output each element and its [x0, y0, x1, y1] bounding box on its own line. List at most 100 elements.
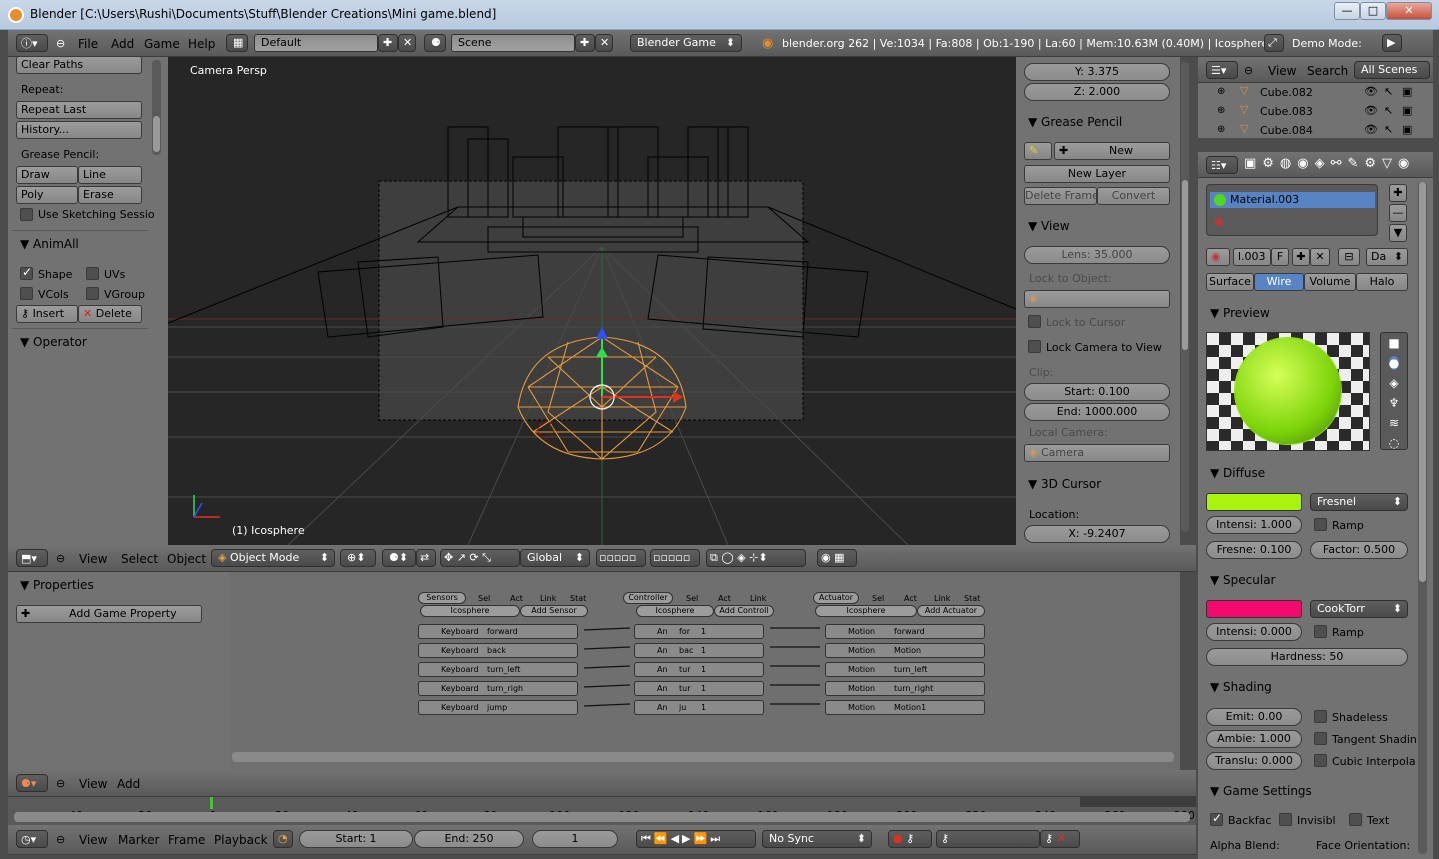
select-menu[interactable]: Select [121, 552, 158, 566]
specular-ramp-checkbox[interactable] [1314, 625, 1327, 638]
tangent-shading-checkbox[interactable] [1314, 732, 1327, 745]
line-button[interactable]: Line [78, 166, 142, 184]
controller-act-toggle[interactable]: Act [718, 594, 731, 603]
data-link-dropdown[interactable]: Da ⬍ [1366, 248, 1408, 266]
visibility-eye-icon[interactable]: 👁 [1364, 123, 1378, 136]
mode-dropdown[interactable]: ◈ Object Mode ⬍ [211, 549, 335, 567]
actuator-brick[interactable]: Motion turn_right [825, 681, 985, 696]
slot-menu-button[interactable]: ▼ [1389, 224, 1407, 242]
insert-delete-keyframe-buttons[interactable]: ⚷ ✕ [1040, 830, 1080, 848]
controller-link-toggle[interactable]: Link [750, 594, 766, 603]
specular-color-swatch[interactable] [1206, 600, 1302, 618]
sync-dropdown[interactable]: No Sync ⬍ [762, 830, 872, 848]
history-button[interactable]: History... [16, 121, 142, 139]
shadeless-checkbox[interactable] [1314, 710, 1327, 723]
collapse-icon[interactable]: ⊖ [56, 37, 65, 50]
new-material-button[interactable]: ✚ [1292, 248, 1310, 266]
node-material-button[interactable]: ⊟ [1338, 248, 1360, 266]
screen-layout-icon[interactable]: ▦ [226, 34, 248, 52]
local-camera-field[interactable]: ◈ Camera [1024, 444, 1170, 462]
sensor-act-toggle[interactable]: Act [510, 594, 523, 603]
add-scene-button[interactable]: ✚ [575, 34, 595, 52]
ambient-field[interactable]: Ambie: 1.000 [1206, 730, 1302, 748]
editor-type-info-button[interactable]: ⓘ▾ [16, 34, 48, 52]
outliner-row[interactable]: ⊕ ▽ Cube.083 👁 ↖ ▣ [1212, 102, 1420, 120]
tab-wire[interactable]: Wire [1254, 273, 1304, 291]
current-frame-field[interactable]: 1 [532, 830, 618, 848]
preview-panel-header[interactable]: ▼ Preview [1210, 306, 1270, 320]
add-actuator-button[interactable]: Add Actuator [917, 605, 985, 617]
lock-object-field[interactable]: ◈ [1024, 290, 1170, 308]
3d-cursor-panel-header[interactable]: ▼ 3D Cursor [1028, 477, 1101, 491]
layer-buttons-2[interactable]: ▫▫▫▫▫ [650, 549, 700, 567]
actuator-brick[interactable]: Motion forward [825, 624, 985, 639]
actuator-brick[interactable]: Motion Motion1 [825, 700, 985, 715]
add-slot-button[interactable]: ✚ [1389, 184, 1407, 202]
sensor-link-toggle[interactable]: Link [540, 594, 556, 603]
vcols-checkbox[interactable] [20, 287, 33, 300]
location-z-field[interactable]: Z: 2.000 [1024, 83, 1170, 101]
outliner-row[interactable]: ⊕ ▽ Cube.082 👁 ↖ ▣ [1212, 83, 1420, 101]
select-cursor-icon[interactable]: ↖ [1384, 85, 1393, 98]
clip-end-field[interactable]: End: 1000.000 [1024, 403, 1170, 421]
grease-pencil-panel-header[interactable]: ▼ Grease Pencil [1028, 115, 1122, 129]
minimize-button[interactable]: — [1334, 2, 1360, 20]
shape-checkbox[interactable] [20, 265, 33, 280]
start-frame-field[interactable]: Start: 1 [299, 830, 413, 848]
sensor-brick[interactable]: Keyboard forward [418, 624, 578, 639]
material-slot-item[interactable]: Material.003 [1210, 192, 1375, 208]
invisible-checkbox[interactable] [1279, 813, 1292, 826]
render-engine-dropdown[interactable]: Blender Game ⬍ [630, 34, 742, 52]
factor-field[interactable]: Factor: 0.500 [1310, 541, 1408, 559]
specular-shader-dropdown[interactable]: CookTorr ⬍ [1310, 600, 1408, 618]
location-y-field[interactable]: Y: 3.375 [1024, 63, 1170, 81]
timeline-view-menu[interactable]: View [79, 833, 107, 847]
tab-volume[interactable]: Volume [1304, 273, 1356, 291]
sensor-brick[interactable]: Keyboard jump [418, 700, 578, 715]
cursor-x-field[interactable]: X: -9.2407 [1024, 525, 1170, 543]
remove-slot-button[interactable]: — [1389, 204, 1407, 222]
vgroup-checkbox[interactable] [86, 287, 99, 300]
editor-type-properties-button[interactable]: ☷▾ [1206, 156, 1238, 174]
actuator-brick[interactable]: Motion turn_left [825, 662, 985, 677]
scene-icon[interactable]: ⚈ [424, 34, 446, 52]
new-grease-button[interactable]: ✚ New [1054, 142, 1170, 160]
diffuse-panel-header[interactable]: ▼ Diffuse [1210, 466, 1265, 480]
timeline-scrollbar[interactable] [14, 812, 1190, 822]
editor-type-outliner-button[interactable]: ☰▾ [1206, 61, 1238, 79]
specular-panel-header[interactable]: ▼ Specular [1210, 573, 1276, 587]
delete-scene-button[interactable]: ✕ [595, 34, 613, 52]
sensor-brick[interactable]: Keyboard turn_left [418, 662, 578, 677]
controller-sel-toggle[interactable]: Sel [686, 594, 698, 603]
orientation-dropdown[interactable]: Global ⬍ [520, 549, 590, 567]
sensors-dropdown[interactable]: Sensors [418, 592, 466, 604]
layer-buttons-1[interactable]: ▫▫▫▫▫ [596, 549, 646, 567]
select-cursor-icon[interactable]: ↖ [1384, 104, 1393, 117]
toolshelf-scrollbar[interactable] [152, 60, 161, 155]
poly-button[interactable]: Poly [16, 186, 78, 204]
snap-tools[interactable]: ⧉ ◯ ◈ ⊹⬍ [706, 549, 806, 567]
diffuse-color-swatch[interactable] [1206, 493, 1302, 511]
play-icon[interactable]: ▶ [1382, 34, 1402, 52]
cubic-interpolation-checkbox[interactable] [1314, 754, 1327, 767]
translucency-field[interactable]: Translu: 0.000 [1206, 752, 1302, 770]
sensor-brick[interactable]: Keyboard turn_righ [418, 681, 578, 696]
editor-type-timeline-button[interactable]: ◷▾ [16, 830, 48, 848]
collapse-icon[interactable]: ⊖ [1244, 64, 1253, 77]
actuator-brick[interactable]: Motion Motion [825, 643, 985, 658]
use-sketching-checkbox[interactable] [20, 208, 33, 221]
n-panel-scrollbar[interactable] [1181, 62, 1189, 532]
fresnel-field[interactable]: Fresne: 0.100 [1206, 541, 1302, 559]
sensor-stat-toggle[interactable]: Stat [570, 594, 586, 603]
pencil-icon[interactable]: ✎ [1024, 142, 1052, 160]
material-name-field[interactable]: l.003 [1233, 248, 1271, 266]
clear-paths-button[interactable]: Clear Paths [16, 56, 142, 74]
diffuse-shader-dropdown[interactable]: Fresnel ⬍ [1310, 493, 1408, 511]
close-button[interactable]: ✕ [1386, 2, 1432, 20]
pivot-dropdown[interactable]: ⚈⬍ [382, 549, 416, 567]
select-cursor-icon[interactable]: ↖ [1384, 123, 1393, 136]
sensor-sel-toggle[interactable]: Sel [478, 594, 490, 603]
controllers-dropdown[interactable]: Controller [623, 592, 673, 604]
outliner-filter-dropdown[interactable]: All Scenes [1354, 61, 1430, 79]
add-sensor-button[interactable]: Add Sensor [520, 605, 588, 617]
